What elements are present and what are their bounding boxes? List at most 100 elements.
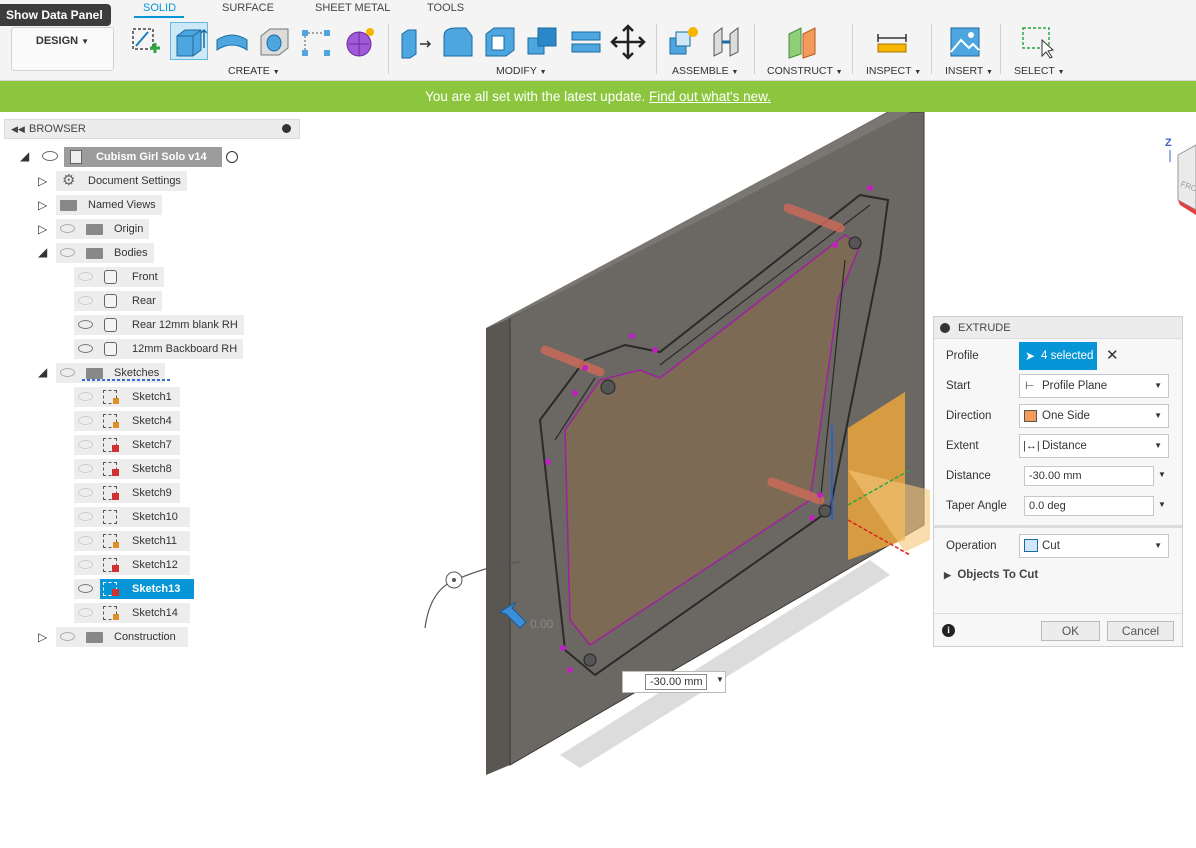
- shell-icon[interactable]: [482, 24, 518, 60]
- eye-hidden-icon[interactable]: [78, 560, 93, 569]
- eye-hidden-icon[interactable]: [78, 272, 93, 281]
- collapse-dialog-icon[interactable]: [940, 323, 950, 333]
- select-menu[interactable]: SELECT ▼: [1014, 65, 1065, 77]
- tree-item-sketch[interactable]: Sketch12: [0, 555, 250, 575]
- tree-item-sketch[interactable]: Sketch11: [0, 531, 250, 551]
- extent-dropdown[interactable]: |↔| Distance ▼: [1019, 434, 1169, 458]
- tab-surface[interactable]: SURFACE: [222, 2, 274, 14]
- collapsed-triangle-icon[interactable]: ▷: [38, 195, 47, 215]
- collapsed-triangle-icon[interactable]: ▷: [38, 627, 47, 647]
- eye-icon[interactable]: [60, 224, 75, 233]
- assemble-menu[interactable]: ASSEMBLE ▼: [672, 65, 738, 77]
- pattern-icon[interactable]: [298, 24, 334, 60]
- create-form-icon[interactable]: [342, 24, 378, 60]
- eye-hidden-icon[interactable]: [78, 392, 93, 401]
- insert-image-icon[interactable]: [947, 24, 983, 60]
- tree-item-bodies[interactable]: ◢ Bodies: [0, 243, 200, 263]
- tab-solid[interactable]: SOLID: [143, 2, 176, 14]
- tree-item-sketch[interactable]: Sketch10: [0, 507, 250, 527]
- combine-icon[interactable]: [524, 24, 560, 60]
- inspect-menu[interactable]: INSPECT ▼: [866, 65, 921, 77]
- chevron-down-icon[interactable]: ▼: [1158, 500, 1166, 509]
- workspace-switcher[interactable]: DESIGN ▼: [11, 27, 114, 71]
- eye-hidden-icon[interactable]: [78, 608, 93, 617]
- eye-icon[interactable]: [60, 368, 75, 377]
- window-select-icon[interactable]: [1020, 24, 1056, 60]
- measure-icon[interactable]: [874, 24, 910, 60]
- tree-item-sketches[interactable]: ◢ Sketches: [0, 363, 200, 383]
- start-dropdown[interactable]: ⊢ Profile Plane ▼: [1019, 374, 1169, 398]
- tree-item-sketch[interactable]: Sketch9: [0, 483, 250, 503]
- tree-item-body-front[interactable]: Front: [0, 267, 250, 287]
- show-data-panel-button[interactable]: Show Data Panel: [0, 4, 111, 26]
- revolve-icon[interactable]: [214, 24, 250, 60]
- tree-item-sketch[interactable]: Sketch7: [0, 435, 250, 455]
- canvas-distance-input[interactable]: -30.00 mm: [645, 674, 707, 690]
- tree-item-sketch-selected[interactable]: Sketch13: [0, 579, 250, 599]
- hole-icon[interactable]: [256, 24, 292, 60]
- eye-icon[interactable]: [42, 151, 58, 161]
- expanded-triangle-icon[interactable]: ◢: [38, 242, 47, 262]
- modify-menu[interactable]: MODIFY ▼: [496, 65, 547, 77]
- eye-icon[interactable]: [78, 344, 93, 353]
- split-body-icon[interactable]: [568, 24, 604, 60]
- eye-hidden-icon[interactable]: [78, 296, 93, 305]
- distance-input[interactable]: -30.00 mm: [1024, 466, 1154, 486]
- eye-icon[interactable]: [78, 320, 93, 329]
- operation-dropdown[interactable]: Cut ▼: [1019, 534, 1169, 558]
- press-pull-icon[interactable]: [398, 24, 434, 60]
- chevron-down-icon[interactable]: ▼: [1158, 470, 1166, 479]
- profile-selection-button[interactable]: ➤ 4 selected: [1019, 342, 1097, 370]
- ok-button[interactable]: OK: [1041, 621, 1100, 641]
- chevron-down-icon[interactable]: ▼: [716, 675, 724, 684]
- tree-root[interactable]: ◢ Cubism Girl Solo v14: [0, 147, 300, 167]
- tree-item-sketch[interactable]: Sketch4: [0, 411, 250, 431]
- expanded-triangle-icon[interactable]: ◢: [20, 146, 29, 166]
- eye-hidden-icon[interactable]: [78, 464, 93, 473]
- collapsed-triangle-icon[interactable]: ▷: [38, 171, 47, 191]
- new-component-icon[interactable]: [666, 24, 702, 60]
- whats-new-link[interactable]: Find out what's new.: [649, 89, 771, 104]
- taper-angle-input[interactable]: 0.0 deg: [1024, 496, 1154, 516]
- tree-item-sketch[interactable]: Sketch8: [0, 459, 250, 479]
- construct-menu[interactable]: CONSTRUCT ▼: [767, 65, 843, 77]
- eye-hidden-icon[interactable]: [78, 512, 93, 521]
- tree-item-body-backboard[interactable]: 12mm Backboard RH: [0, 339, 250, 359]
- cancel-button[interactable]: Cancel: [1107, 621, 1174, 641]
- eye-hidden-icon[interactable]: [78, 416, 93, 425]
- minimize-icon[interactable]: [282, 124, 291, 133]
- objects-to-cut-section[interactable]: ▶ Objects To Cut: [944, 569, 1038, 581]
- tab-sheet-metal[interactable]: SHEET METAL: [315, 2, 390, 14]
- eye-hidden-icon[interactable]: [78, 536, 93, 545]
- viewcube[interactable]: [1177, 144, 1196, 211]
- extrude-icon[interactable]: [171, 24, 207, 60]
- tree-item-sketch[interactable]: Sketch1: [0, 387, 250, 407]
- tree-item-document-settings[interactable]: ▷ Document Settings ⚙: [0, 171, 200, 191]
- collapsed-triangle-icon[interactable]: ▷: [38, 219, 47, 239]
- root-component-label[interactable]: Cubism Girl Solo v14: [64, 147, 222, 167]
- tab-tools[interactable]: TOOLS: [427, 2, 464, 14]
- create-sketch-icon[interactable]: [128, 24, 164, 60]
- info-icon[interactable]: i: [942, 624, 955, 637]
- eye-icon[interactable]: [60, 248, 75, 257]
- direction-dropdown[interactable]: One Side ▼: [1019, 404, 1169, 428]
- activate-component-icon[interactable]: [226, 151, 238, 163]
- move-icon[interactable]: [610, 24, 646, 60]
- eye-icon[interactable]: [60, 632, 75, 641]
- insert-menu[interactable]: INSERT ▼: [945, 65, 993, 77]
- collapse-browser-icon[interactable]: ◀◀: [11, 120, 25, 138]
- create-menu[interactable]: CREATE ▼: [228, 65, 280, 77]
- eye-icon[interactable]: [78, 584, 93, 593]
- fillet-icon[interactable]: [440, 24, 476, 60]
- tree-item-body-rear12[interactable]: Rear 12mm blank RH: [0, 315, 250, 335]
- offset-plane-icon[interactable]: [785, 24, 821, 60]
- joint-icon[interactable]: [708, 24, 744, 60]
- tree-item-sketch[interactable]: Sketch14: [0, 603, 250, 623]
- tree-item-origin[interactable]: ▷ Origin: [0, 219, 200, 239]
- clear-selection-icon[interactable]: ✕: [1106, 346, 1119, 364]
- tree-item-named-views[interactable]: ▷ Named Views: [0, 195, 200, 215]
- tree-item-body-rear[interactable]: Rear: [0, 291, 250, 311]
- eye-hidden-icon[interactable]: [78, 440, 93, 449]
- tree-item-construction[interactable]: ▷ Construction: [0, 627, 200, 647]
- expanded-triangle-icon[interactable]: ◢: [38, 362, 47, 382]
